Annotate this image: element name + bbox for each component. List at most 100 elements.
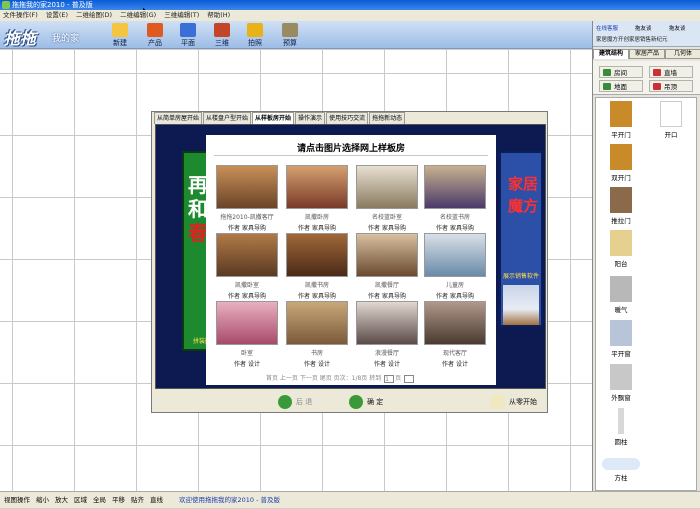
product-icon — [147, 23, 163, 37]
room-card[interactable]: 凯撒书房 作者 家具导购 — [284, 233, 350, 300]
component-sliding-door[interactable]: 推拉门 — [599, 187, 643, 225]
room-thumbnail — [424, 233, 486, 277]
dialog-content-frame: 再添 和暖 春色 拼装防盗门 家居 魔方 展示销售软件 请点击图片选择网上样板房… — [155, 124, 546, 389]
zoom-out-button[interactable]: 缩小 — [36, 492, 49, 508]
component-bay-window[interactable]: 外飘窗 — [599, 364, 643, 402]
ceiling-icon — [653, 83, 661, 90]
wall-button[interactable]: 直墙 — [649, 66, 693, 78]
tab-geometry[interactable]: 几何体 — [665, 49, 700, 59]
component-list: 平开门 开口 双开门 推拉门 阳台 暖气 平开窗 外飘窗 圆柱 方柱 — [595, 97, 697, 491]
logo-subtitle: 我的家 — [52, 34, 80, 44]
photo-button[interactable]: 拍照 — [240, 23, 270, 48]
title-bar: 拖拖我的家2010 - 普及版 — [0, 0, 700, 10]
component-double-door[interactable]: 双开门 — [599, 144, 643, 182]
tab-floorplan[interactable]: 从楼盘户型开始 — [203, 112, 252, 124]
menu-settings[interactable]: 设置(E) — [46, 10, 68, 21]
back-button[interactable]: 后 退 — [278, 394, 312, 410]
floorplan-icon — [180, 23, 196, 37]
check-icon — [349, 395, 363, 409]
tab-simple-house[interactable]: 从简单房屋开始 — [154, 112, 203, 124]
new-icon — [112, 23, 128, 37]
zoom-in-button[interactable]: 放大 — [55, 492, 68, 508]
ok-button[interactable]: 确 定 — [349, 394, 383, 410]
budget-button[interactable]: 预算 — [275, 23, 305, 48]
floor-button[interactable]: 地面 — [599, 80, 643, 92]
zoom-region-button[interactable]: 区域 — [74, 492, 87, 508]
bay-window-icon — [610, 364, 632, 390]
menu-2d-draw[interactable]: 二维绘图(D) — [76, 10, 112, 21]
product-button[interactable]: 产品 — [140, 23, 170, 48]
pager-text[interactable]: 首页 上一页 下一页 尾页 页次：1/8页 转到 — [266, 375, 381, 382]
page-input[interactable]: 1 — [384, 374, 395, 383]
room-card[interactable]: 书房 作者 设计 — [284, 301, 350, 368]
component-square-column[interactable]: 方柱 — [599, 458, 643, 482]
component-swing-door[interactable]: 平开门 — [599, 101, 643, 139]
start-from-scratch-button[interactable]: 从零开始 — [491, 394, 537, 410]
new-button[interactable]: 新建 — [105, 23, 135, 48]
structure-buttons: 房间 直墙 地面 吊顶 — [593, 61, 700, 95]
room-card[interactable]: 拖拖2010-凯撒客厅 作者 家具导购 — [214, 165, 280, 232]
app-logo: 拖拖 我的家 — [2, 23, 90, 48]
app-icon — [2, 1, 10, 9]
tab-sample-room[interactable]: 从样板房开始 — [252, 112, 295, 124]
room-button[interactable]: 房间 — [599, 66, 643, 78]
room-thumbnail — [356, 165, 418, 209]
radiator-icon — [610, 276, 632, 302]
gallery-heading: 请点击图片选择网上样板房 — [296, 144, 405, 154]
component-opening[interactable]: 开口 — [649, 101, 693, 139]
room-card[interactable]: 卧室 作者 设计 — [214, 301, 280, 368]
room-card[interactable]: 浪漫餐厅 作者 设计 — [354, 301, 420, 368]
straight-line-checkbox[interactable]: 直线 — [150, 492, 163, 508]
menu-2d-edit[interactable]: 二维编辑(G) — [120, 10, 156, 21]
room-thumbnail — [216, 233, 278, 277]
tab-building[interactable]: 建筑结构 — [593, 49, 629, 59]
room-card[interactable]: 名校蓝卧室 作者 家具导购 — [354, 165, 420, 232]
room-thumbnail — [356, 233, 418, 277]
sample-room-dialog: 从简单房屋开始 从楼盘户型开始 从样板房开始 操作演示 使用技巧交流 拖拖新动态… — [151, 111, 548, 413]
tab-demo[interactable]: 操作演示 — [295, 112, 326, 124]
square-column-icon — [602, 458, 640, 470]
component-balcony[interactable]: 阳台 — [599, 230, 643, 268]
menu-help[interactable]: 帮助(H) — [207, 10, 230, 21]
room-card[interactable]: 凯撒卧房 作者 家具导购 — [284, 165, 350, 232]
sliding-door-icon — [610, 187, 632, 213]
room-thumbnail — [424, 165, 486, 209]
zoom-all-button[interactable]: 全局 — [93, 492, 106, 508]
online-service-label: 在线客服 — [596, 26, 619, 32]
double-door-icon — [610, 144, 632, 170]
window-title: 拖拖我的家2010 - 普及版 — [12, 1, 93, 9]
room-card[interactable]: 儿童房 作者 家具导购 — [422, 233, 488, 300]
3d-view-button[interactable]: 三维 — [207, 23, 237, 48]
pencil-icon — [491, 395, 505, 409]
dialog-tabs: 从简单房屋开始 从楼盘户型开始 从样板房开始 操作演示 使用技巧交流 拖拖新动态 — [152, 112, 549, 124]
room-thumbnail — [356, 301, 418, 345]
floor-icon — [603, 83, 611, 90]
pan-button[interactable]: 平移 — [112, 492, 125, 508]
component-casement-window[interactable]: 平开窗 — [599, 320, 643, 358]
room-card[interactable]: 名校蓝书房 作者 家具导购 — [422, 165, 488, 232]
ceiling-button[interactable]: 吊顶 — [649, 80, 693, 92]
view-ops-label: 视图操作 — [4, 496, 30, 504]
service-link-2[interactable]: 拖友谈 — [669, 24, 686, 32]
divider — [214, 155, 488, 156]
logo-brand: 拖拖 — [4, 29, 37, 48]
menu-3d-edit[interactable]: 三维编辑(T) — [164, 10, 199, 21]
floorplan-button[interactable]: 平面 — [173, 23, 203, 48]
component-round-column[interactable]: 圆柱 — [599, 408, 643, 446]
right-panel: 在线客服 拖友谈 拖友谈 家居魔方开创家居销售新纪元 建筑结构 家居产品 几何体… — [592, 21, 700, 491]
room-card[interactable]: 现代客厅 作者 设计 — [422, 301, 488, 368]
tab-tips[interactable]: 使用技巧交流 — [326, 112, 369, 124]
ad-banner-right[interactable]: 家居 魔方 展示销售软件 — [499, 151, 543, 327]
back-arrow-icon — [278, 395, 292, 409]
room-card[interactable]: 凯撒餐厅 作者 家具导购 — [354, 233, 420, 300]
pagination: 首页 上一页 下一页 尾页 页次：1/8页 转到 1页 — [266, 373, 466, 383]
tab-news[interactable]: 拖拖新动态 — [369, 112, 406, 124]
menu-file[interactable]: 文件操作(F) — [3, 10, 38, 21]
service-link-1[interactable]: 拖友谈 — [635, 24, 652, 32]
go-button[interactable] — [404, 374, 415, 383]
room-card[interactable]: 凯撒卧室 作者 家具导购 — [214, 233, 280, 300]
window-icon — [610, 320, 632, 346]
component-radiator[interactable]: 暖气 — [599, 276, 643, 314]
snap-checkbox[interactable]: 贴齐 — [131, 492, 144, 508]
tab-furniture[interactable]: 家居产品 — [629, 49, 665, 59]
